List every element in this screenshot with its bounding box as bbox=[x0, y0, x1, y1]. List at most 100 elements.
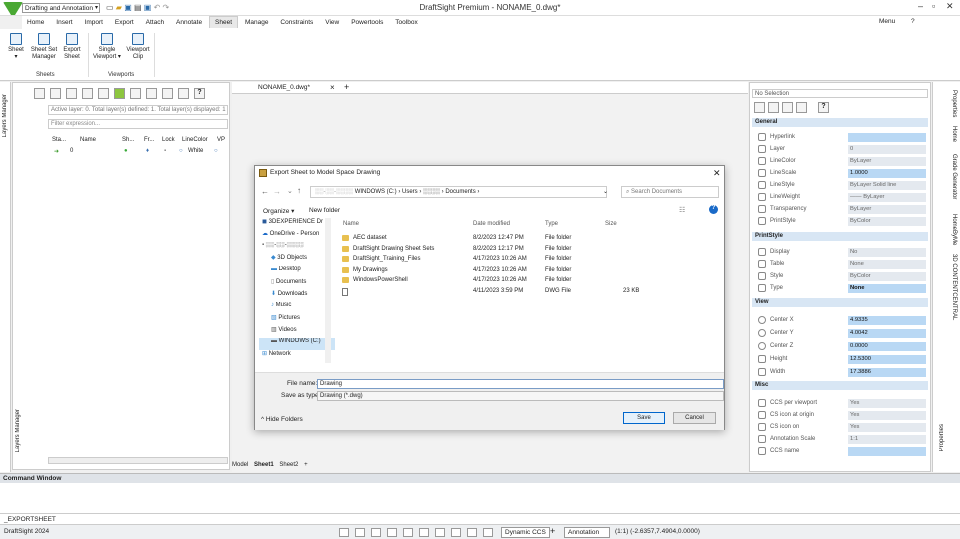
forward-icon[interactable]: → bbox=[273, 187, 281, 196]
save-as-icon[interactable]: ▣ bbox=[144, 3, 152, 12]
quick-select-icon[interactable] bbox=[796, 102, 807, 113]
recent-locations-icon[interactable]: ⌄ bbox=[287, 187, 293, 195]
save-button[interactable]: Save bbox=[623, 412, 665, 424]
prop-value[interactable]: —— ByLayer bbox=[848, 193, 926, 202]
section-view[interactable]: View bbox=[752, 298, 928, 307]
new-icon[interactable]: ▭ bbox=[106, 3, 114, 12]
filter-input[interactable]: Filter expression... bbox=[48, 119, 228, 129]
undo-icon[interactable]: ↶ bbox=[154, 3, 161, 12]
layers-manager-tab[interactable]: Layers Manager bbox=[2, 94, 8, 137]
set-current-icon[interactable] bbox=[114, 88, 125, 99]
nav-scrollbar[interactable] bbox=[325, 218, 331, 363]
file-row[interactable]: DraftSight_Training_Files 4/17/2023 10:26… bbox=[342, 255, 697, 265]
menu-powertools[interactable]: Powertools bbox=[346, 17, 388, 28]
prop-value[interactable]: 1.0000 bbox=[848, 169, 926, 178]
close-tab-icon[interactable]: × bbox=[330, 83, 335, 92]
prop-value[interactable]: None bbox=[848, 260, 926, 269]
prop-value[interactable]: Yes bbox=[848, 399, 926, 408]
layer-name[interactable]: 0 bbox=[70, 148, 73, 154]
menu-insert[interactable]: Insert bbox=[51, 17, 77, 28]
file-row[interactable]: WindowsPowerShell 4/17/2023 10:26 AM File … bbox=[342, 276, 697, 286]
layer-states-icon[interactable] bbox=[66, 88, 77, 99]
help-icon[interactable]: ? bbox=[818, 102, 829, 113]
command-line[interactable]: _EXPORTSHEET bbox=[0, 513, 960, 524]
add-tab-icon[interactable]: + bbox=[344, 82, 349, 92]
file-row[interactable]: 4/11/2023 3:59 PM DWG File 23 KB bbox=[342, 287, 697, 297]
horizontal-scrollbar[interactable] bbox=[48, 457, 228, 464]
layer-delete-icon[interactable] bbox=[82, 88, 93, 99]
prop-value[interactable]: 1:1 bbox=[848, 435, 926, 444]
open-icon[interactable]: ▰ bbox=[116, 3, 122, 12]
selection-dropdown[interactable]: No Selection bbox=[752, 89, 928, 98]
menu-export[interactable]: Export bbox=[110, 17, 139, 28]
tab-grade-generator[interactable]: Grade Generator bbox=[951, 154, 957, 199]
menu-button[interactable]: Menu bbox=[874, 16, 900, 27]
lock-icon[interactable]: ▪ bbox=[164, 148, 166, 154]
tab-model[interactable]: Model bbox=[232, 462, 248, 468]
file-row[interactable]: AEC dataset 8/2/2023 12:47 PM File folder bbox=[342, 234, 697, 244]
add-sheet-icon[interactable]: + bbox=[304, 462, 308, 468]
prop-value[interactable]: 0.0000 bbox=[848, 342, 926, 351]
menu-attach[interactable]: Attach bbox=[141, 17, 169, 28]
tab-homebyme[interactable]: HomeByMe bbox=[951, 214, 957, 245]
menu-view[interactable]: View bbox=[320, 17, 344, 28]
minimize-icon[interactable]: – bbox=[918, 1, 923, 11]
section-printstyle[interactable]: PrintStyle bbox=[752, 232, 928, 241]
prop-value[interactable]: ByLayer bbox=[848, 205, 926, 214]
col-size[interactable]: Size bbox=[605, 221, 617, 227]
col-name[interactable]: Name bbox=[343, 221, 359, 227]
up-icon[interactable]: ↑ bbox=[297, 186, 301, 195]
prop-value[interactable]: 17.3886 bbox=[848, 368, 926, 377]
workspace-selector[interactable]: Drafting and Annotation ▾ bbox=[22, 3, 100, 13]
nav-3dexperience[interactable]: ◼ 3DEXPERIENCE Dr bbox=[259, 218, 335, 230]
nav-windows-c[interactable]: ▬ WINDOWS (C:) bbox=[259, 338, 335, 350]
col-type[interactable]: Type bbox=[545, 221, 558, 227]
freeze-icon[interactable]: ♦ bbox=[146, 148, 149, 154]
prop-value[interactable]: 0 bbox=[848, 145, 926, 154]
nav-music[interactable]: ♪ Music bbox=[259, 302, 335, 314]
back-icon[interactable]: ← bbox=[261, 187, 269, 196]
tab-noname[interactable]: NONAME_0.dwg* bbox=[258, 84, 310, 91]
nav-onedrive[interactable]: ☁ OneDrive - Person bbox=[259, 230, 335, 242]
help-button[interactable]: ? bbox=[906, 16, 920, 27]
quick-input-icon[interactable] bbox=[451, 528, 461, 537]
settings-icon[interactable] bbox=[162, 88, 173, 99]
save-icon[interactable]: ▣ bbox=[124, 3, 132, 12]
nav-user[interactable]: ▪ ░░-░░-░░░░ bbox=[259, 242, 335, 254]
snap-icon[interactable] bbox=[339, 528, 349, 537]
organize-button[interactable]: Organize ▾ bbox=[263, 207, 294, 215]
address-bar[interactable]: ░░-░░-░░░░ WINDOWS (C:) › Users › ░░░░ ›… bbox=[310, 186, 607, 198]
redo-icon[interactable]: ↷ bbox=[163, 3, 170, 12]
menu-annotate[interactable]: Annotate bbox=[171, 17, 207, 28]
nav-documents[interactable]: ▯ Documents bbox=[259, 278, 335, 290]
section-general[interactable]: General bbox=[752, 118, 928, 127]
menu-constraints[interactable]: Constraints bbox=[275, 17, 318, 28]
new-layer-icon[interactable] bbox=[34, 88, 45, 99]
prop-value[interactable]: ByColor bbox=[848, 272, 926, 281]
tab-sheet2[interactable]: Sheet2 bbox=[279, 462, 298, 468]
tab-home[interactable]: Home bbox=[951, 126, 957, 142]
layer-refresh-icon[interactable] bbox=[178, 88, 189, 99]
prop-value[interactable]: None bbox=[848, 284, 926, 293]
nav-desktop[interactable]: ▬ Desktop bbox=[259, 266, 335, 278]
polar-icon[interactable] bbox=[387, 528, 397, 537]
tab-3d-contentcentral[interactable]: 3D CONTENTCENTRAL bbox=[951, 254, 957, 320]
prop-value[interactable] bbox=[848, 447, 926, 456]
sheet-set-manager-button[interactable]: Sheet Set Manager bbox=[28, 33, 60, 61]
layer-filter-icon[interactable] bbox=[130, 88, 141, 99]
nav-downloads[interactable]: ⬇ Downloads bbox=[259, 290, 335, 302]
filename-input[interactable]: Drawing bbox=[317, 379, 724, 389]
nav-videos[interactable]: ▥ Videos bbox=[259, 326, 335, 338]
hide-folders-button[interactable]: ^ Hide Folders bbox=[261, 416, 303, 423]
nav-3d-objects[interactable]: ◆ 3D Objects bbox=[259, 254, 335, 266]
section-misc[interactable]: Misc bbox=[752, 381, 928, 390]
layer-match-icon[interactable] bbox=[146, 88, 157, 99]
nav-pictures[interactable]: ▧ Pictures bbox=[259, 314, 335, 326]
col-date-modified[interactable]: Date modified bbox=[473, 221, 510, 227]
tab-properties[interactable]: Properties bbox=[951, 90, 957, 117]
grid-icon[interactable] bbox=[355, 528, 365, 537]
nav-network[interactable]: ⊞ Network bbox=[259, 350, 335, 362]
prop-value[interactable]: 4.9335 bbox=[848, 316, 926, 325]
sheet-button[interactable]: Sheet ▾ bbox=[4, 33, 28, 61]
new-folder-button[interactable]: New folder bbox=[309, 207, 340, 214]
